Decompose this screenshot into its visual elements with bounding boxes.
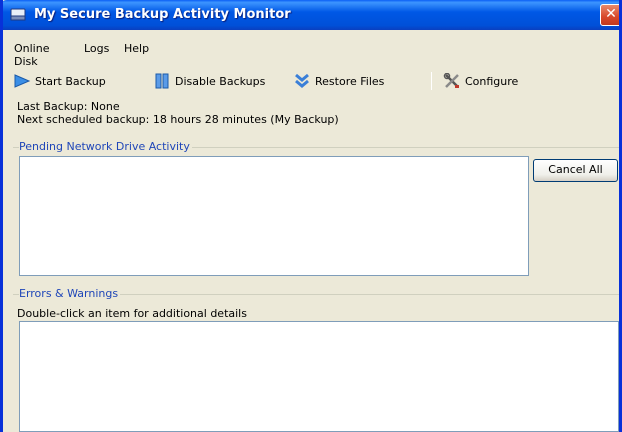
start-backup-label: Start Backup	[35, 74, 106, 88]
tools-icon	[443, 73, 459, 88]
restore-files-label: Restore Files	[315, 74, 385, 88]
errors-list[interactable]	[19, 321, 619, 432]
next-backup-text: Next scheduled backup: 18 hours 28 minut…	[17, 113, 339, 126]
disable-backups-label: Disable Backups	[175, 74, 266, 88]
window-title: My Secure Backup Activity Monitor	[34, 7, 291, 22]
restore-files-button[interactable]: Restore Files	[293, 72, 384, 90]
title-bar[interactable]: My Secure Backup Activity Monitor ✕	[3, 0, 619, 30]
toolbar: Start Backup Disable Backups Restore Fil…	[3, 64, 619, 94]
toolbar-separator	[431, 72, 432, 90]
app-window: My Secure Backup Activity Monitor ✕ Onli…	[0, 0, 622, 432]
errors-group-title: Errors & Warnings	[19, 287, 121, 300]
start-backup-button[interactable]: Start Backup	[13, 72, 106, 90]
menu-logs[interactable]: Logs	[84, 42, 109, 55]
disable-backups-button[interactable]: Disable Backups	[153, 72, 265, 90]
chevrons-down-icon	[295, 73, 309, 88]
pending-activity-list[interactable]	[19, 156, 529, 276]
drive-icon	[10, 8, 26, 21]
cancel-all-button[interactable]: Cancel All	[533, 159, 618, 182]
play-icon	[14, 74, 31, 88]
configure-label: Configure	[465, 74, 519, 88]
pending-group-title: Pending Network Drive Activity	[19, 140, 192, 153]
configure-button[interactable]: Configure	[443, 72, 518, 90]
last-backup-text: Last Backup: None	[17, 100, 120, 113]
errors-hint-text: Double-click an item for additional deta…	[17, 307, 247, 320]
menu-help[interactable]: Help	[124, 42, 149, 55]
pause-icon	[155, 73, 169, 89]
close-button[interactable]: ✕	[600, 4, 619, 26]
close-icon: ✕	[605, 6, 617, 22]
